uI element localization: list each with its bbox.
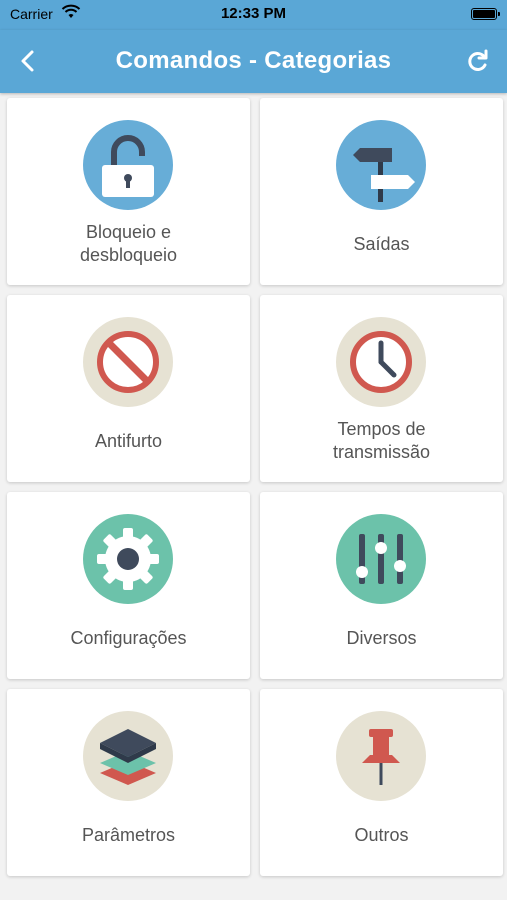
category-card-diversos[interactable]: Diversos bbox=[260, 492, 503, 679]
category-card-tempos[interactable]: Tempos de transmissão bbox=[260, 295, 503, 482]
refresh-button[interactable] bbox=[463, 46, 493, 76]
gear-icon bbox=[83, 514, 173, 604]
navigation-bar: Comandos - Categorias bbox=[0, 30, 507, 93]
category-card-outros[interactable]: Outros bbox=[260, 689, 503, 876]
signpost-icon bbox=[336, 120, 426, 210]
status-time: 12:33 PM bbox=[220, 5, 287, 22]
category-label: transmissão bbox=[332, 442, 431, 462]
status-bar: Carrier 12:33 PM bbox=[0, 0, 507, 30]
category-card-saidas[interactable]: Saídas bbox=[260, 98, 503, 285]
page-title: Comandos - Categorias bbox=[115, 47, 392, 74]
category-card-parametros[interactable]: Parâmetros bbox=[7, 689, 250, 876]
prohibited-icon bbox=[83, 317, 173, 407]
category-label: desbloqueio bbox=[79, 245, 178, 265]
refresh-icon bbox=[468, 49, 488, 71]
category-label: Tempos de bbox=[337, 419, 426, 439]
category-label: Antifurto bbox=[94, 431, 163, 451]
sliders-icon bbox=[336, 514, 426, 604]
category-card-antifurto[interactable]: Antifurto bbox=[7, 295, 250, 482]
battery-icon bbox=[471, 8, 500, 20]
category-label: Bloqueio e bbox=[85, 222, 172, 242]
category-card-configuracoes[interactable]: Configurações bbox=[7, 492, 250, 679]
category-card-bloqueio[interactable]: Bloqueio e desbloqueio bbox=[7, 98, 250, 285]
category-label: Parâmetros bbox=[81, 825, 176, 845]
layers-icon bbox=[83, 711, 173, 801]
padlock-open-icon bbox=[83, 120, 173, 210]
pushpin-icon bbox=[336, 711, 426, 801]
category-label: Saídas bbox=[353, 234, 410, 254]
category-label: Diversos bbox=[346, 628, 417, 648]
category-label: Outros bbox=[354, 825, 409, 845]
clock-icon bbox=[336, 317, 426, 407]
category-label: Configurações bbox=[70, 628, 187, 648]
